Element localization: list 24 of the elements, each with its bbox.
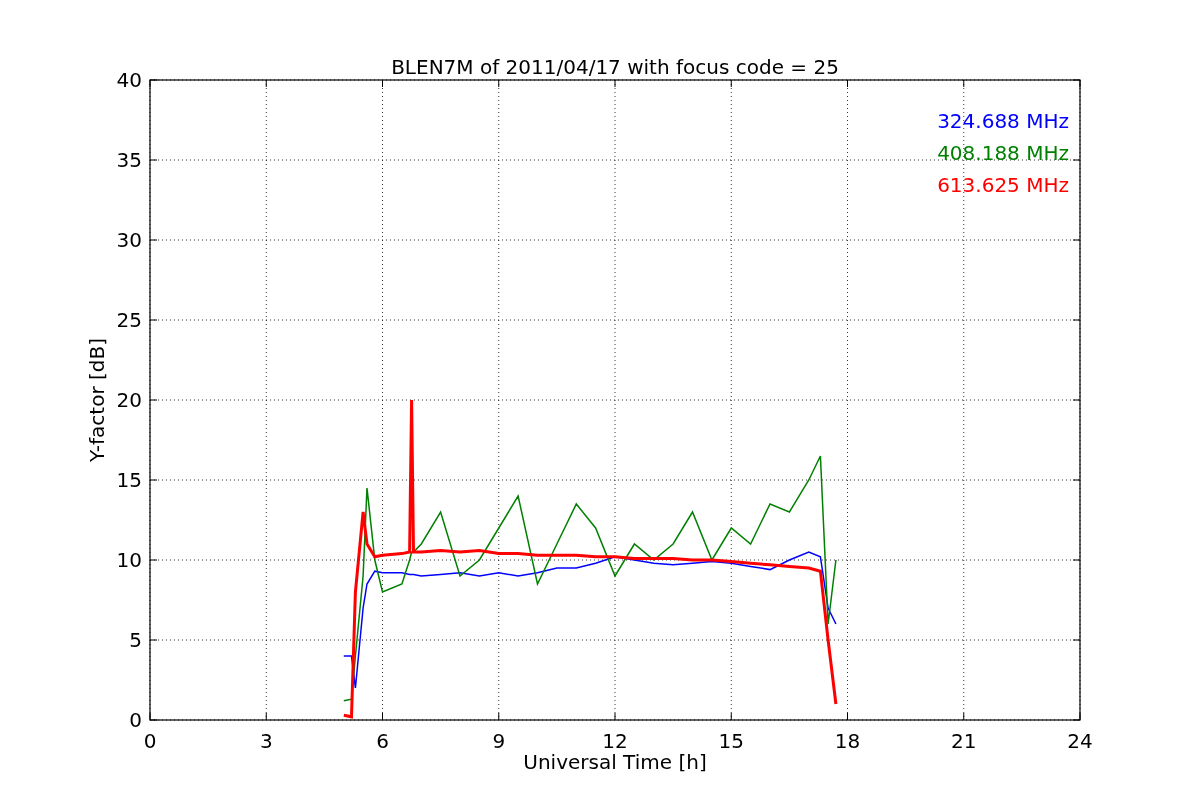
chart-title: BLEN7M of 2011/04/17 with focus code = 25 bbox=[391, 55, 839, 79]
tick-label: 15 bbox=[718, 729, 744, 753]
legend-label: 324.688 MHz bbox=[937, 109, 1069, 133]
tick-label: 25 bbox=[116, 308, 142, 332]
tick-label: 10 bbox=[116, 548, 142, 572]
x-axis-label: Universal Time [h] bbox=[523, 750, 707, 774]
tick-label: 0 bbox=[129, 708, 142, 732]
tick-label: 18 bbox=[834, 729, 861, 753]
tick-label: 20 bbox=[116, 388, 142, 412]
tick-label: 5 bbox=[129, 628, 142, 652]
tick-label: 9 bbox=[492, 729, 506, 753]
legend-label: 408.188 MHz bbox=[937, 141, 1069, 165]
tick-label: 15 bbox=[116, 468, 142, 492]
tick-label: 40 bbox=[116, 68, 142, 92]
y-axis-label: Y-factor [dB] bbox=[85, 338, 109, 462]
tick-label: 35 bbox=[116, 148, 142, 172]
legend-label: 613.625 MHz bbox=[937, 173, 1069, 197]
tick-label: 3 bbox=[259, 729, 273, 753]
tick-label: 21 bbox=[951, 729, 977, 753]
tick-label: 24 bbox=[1067, 729, 1093, 753]
tick-label: 6 bbox=[376, 729, 389, 753]
tick-label: 30 bbox=[116, 228, 142, 252]
tick-label: 12 bbox=[602, 729, 628, 753]
tick-label: 0 bbox=[143, 729, 157, 753]
